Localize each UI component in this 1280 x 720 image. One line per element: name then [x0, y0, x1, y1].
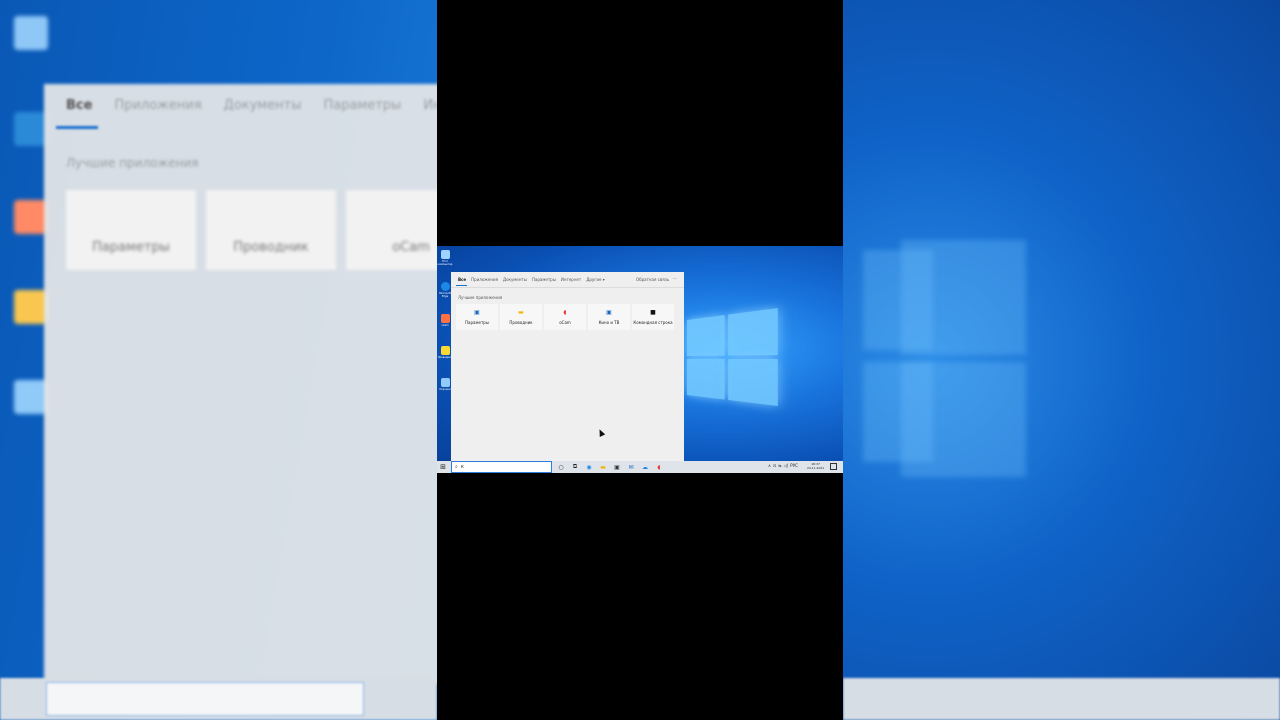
blur-tile-label: Проводник: [233, 240, 309, 255]
cmd-icon: ■: [650, 309, 656, 316]
notification-center-icon[interactable]: [830, 463, 837, 470]
blur-tab-underline: [56, 126, 98, 129]
blur-tile: Проводник: [206, 190, 336, 270]
network-icon[interactable]: ⇆: [778, 463, 781, 468]
tab-apps[interactable]: Приложения: [471, 276, 498, 283]
desktop-icon-recycle-bin[interactable]: Корзина: [438, 378, 452, 408]
edge-icon: [440, 282, 450, 291]
blur-tabs: Все Приложения Документы Параметры Интер…: [66, 98, 437, 113]
feedback-link[interactable]: Обратная связь: [636, 277, 669, 282]
tab-all[interactable]: Все: [458, 276, 466, 283]
desktop-icon-label: oCam: [441, 324, 449, 327]
volume-icon[interactable]: ◁): [784, 463, 789, 468]
ocam-icon: ◖: [563, 309, 567, 316]
tab-documents[interactable]: Документы: [503, 276, 527, 283]
movies-icon: ▣: [606, 309, 612, 316]
blur-desktop-icon: [14, 380, 48, 414]
start-button[interactable]: ⊞: [439, 463, 447, 471]
app-tile-command-prompt[interactable]: ■ Командная строка: [632, 304, 674, 330]
task-view-icon[interactable]: ⧉: [570, 462, 580, 472]
blur-desktop-icon: [14, 290, 48, 324]
taskbar: ⊞ ⌕ к ○ ⧉ ◉ ▬ ▣ ✉ ☁ ◖ ∧ ⊡ ⇆ ◁) РУС 18:37…: [437, 461, 843, 473]
top-apps-list: ▣ Параметры ▬ Проводник ◖ oCam ▣ Кино и …: [456, 304, 674, 330]
blur-section-title: Лучшие приложения: [66, 156, 199, 170]
clock[interactable]: 18:37 24.11.2021: [807, 462, 824, 470]
logo-pane: [687, 315, 725, 356]
desktop-icon-label: Корзина: [439, 388, 451, 391]
device-icon[interactable]: ⊡: [773, 463, 776, 468]
edge-icon[interactable]: ◉: [584, 462, 594, 472]
background-left-blur: Все Приложения Документы Параметры Интер…: [0, 0, 437, 720]
desktop-screen: Этот компьютер Microsoft Edge oCam Прово…: [437, 246, 843, 473]
blur-tile-label: oCam: [392, 240, 430, 255]
tab-other[interactable]: Другие ▾: [586, 276, 604, 283]
cortana-icon[interactable]: ○: [556, 462, 566, 472]
blur-desktop-icon: [14, 200, 48, 234]
blur-tab: Параметры: [323, 98, 402, 113]
mail-icon[interactable]: ✉: [626, 462, 636, 472]
search-icon: ⌕: [455, 464, 458, 470]
logo-pane: [728, 308, 778, 356]
blur-logo-pane: [901, 240, 1026, 355]
settings-icon: ▣: [474, 309, 480, 316]
section-title: Лучшие приложения: [458, 295, 503, 300]
blur-search-panel: [44, 84, 437, 684]
taskbar-search-input[interactable]: ⌕ к: [451, 461, 552, 473]
show-hidden-icons-icon[interactable]: ∧: [768, 463, 771, 468]
blur-tile: oCam: [346, 190, 437, 270]
taskbar-pinned-apps: ○ ⧉ ◉ ▬ ▣ ✉ ☁ ◖: [556, 462, 664, 472]
system-tray: ∧ ⊡ ⇆ ◁) РУС: [768, 463, 798, 468]
app-tile-settings[interactable]: ▣ Параметры: [456, 304, 498, 330]
folder-icon: ▬: [518, 309, 524, 316]
language-indicator[interactable]: РУС: [790, 463, 798, 468]
blur-search-box: [46, 682, 364, 716]
desktop-icons: Этот компьютер Microsoft Edge oCam Прово…: [438, 250, 452, 410]
app-tile-label: Параметры: [465, 320, 489, 325]
logo-pane: [687, 359, 725, 400]
search-tabs: Все Приложения Документы Параметры Интер…: [458, 276, 605, 283]
search-input-value: к: [460, 464, 464, 470]
blur-desktop-icon: [14, 16, 48, 50]
desktop-icon-label: Microsoft Edge: [439, 292, 451, 298]
blur-tab: Приложения: [114, 98, 202, 113]
app-tile-label: Кино и ТВ: [598, 320, 620, 325]
blur-desktop-icon: [14, 112, 48, 146]
blur-tab: Документы: [223, 98, 302, 113]
blur-tab: Интерне: [423, 98, 437, 113]
app-tile-label: Проводник: [509, 320, 533, 325]
weather-icon[interactable]: ☁: [640, 462, 650, 472]
desktop-icon-edge[interactable]: Microsoft Edge: [438, 282, 452, 312]
windows-logo: [687, 307, 783, 410]
computer-icon: [440, 250, 450, 259]
ocam-icon: [440, 314, 450, 323]
app-tile-label: Командная строка: [633, 320, 673, 325]
clock-date: 24.11.2021: [807, 466, 825, 470]
store-icon[interactable]: ▣: [612, 462, 622, 472]
app-tile-label: oCam: [559, 320, 571, 325]
blur-tab: Все: [66, 98, 93, 113]
active-tab-underline: [456, 285, 467, 286]
desktop-icon-label: Этот компьютер: [437, 260, 453, 266]
tab-internet[interactable]: Интернет: [561, 276, 581, 283]
blur-taskbar: [843, 678, 1280, 720]
app-tile-explorer[interactable]: ▬ Проводник: [500, 304, 542, 330]
desktop-icon-ocam[interactable]: oCam: [438, 314, 452, 344]
blur-logo-pane: [901, 362, 1026, 477]
desktop-icon-this-pc[interactable]: Этот компьютер: [438, 250, 452, 280]
folder-icon: [440, 346, 450, 355]
recycle-bin-icon: [440, 378, 450, 387]
desktop-icon-explorer[interactable]: Проводник: [438, 346, 452, 376]
ocam-icon[interactable]: ◖: [654, 462, 664, 472]
blur-tile: Параметры: [66, 190, 196, 270]
app-tile-ocam[interactable]: ◖ oCam: [544, 304, 586, 330]
background-right-blur: [843, 0, 1280, 720]
more-options-button[interactable]: ···: [673, 276, 677, 281]
explorer-icon[interactable]: ▬: [598, 462, 608, 472]
logo-pane: [728, 359, 778, 407]
blur-tile-label: Параметры: [92, 240, 170, 255]
divider: [451, 287, 684, 288]
app-tile-movies-tv[interactable]: ▣ Кино и ТВ: [588, 304, 630, 330]
tab-settings[interactable]: Параметры: [532, 276, 556, 283]
search-results-panel: Все Приложения Документы Параметры Интер…: [451, 272, 684, 461]
